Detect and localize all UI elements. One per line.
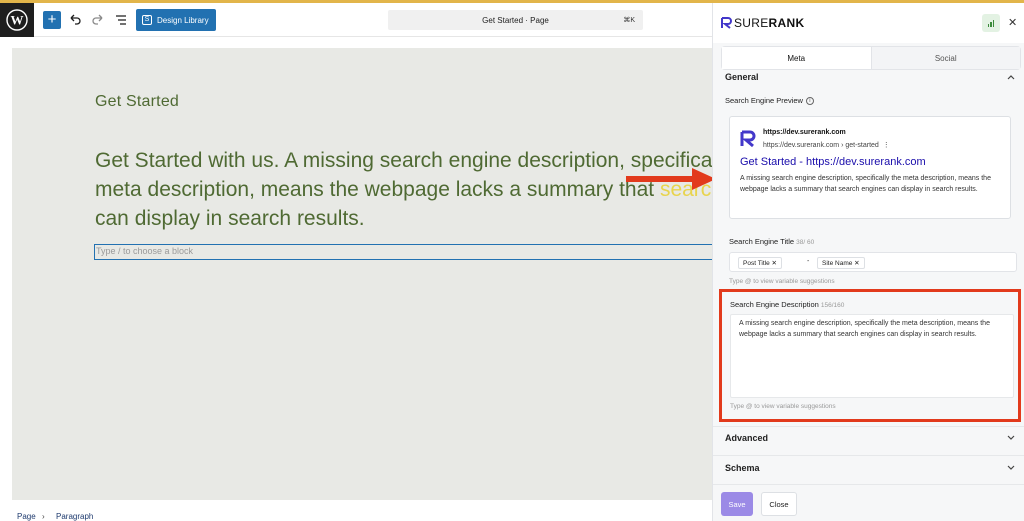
add-block-button[interactable]: + (43, 11, 61, 29)
seo-score-button[interactable] (982, 14, 1000, 32)
post-title-chip[interactable]: Post Title ✕ (738, 257, 782, 269)
search-engine-title-input[interactable]: Post Title ✕ - Site Name ✕ (729, 252, 1017, 272)
spectra-icon: S (142, 15, 152, 25)
surerank-mark-icon (721, 17, 732, 29)
surerank-favicon-icon (740, 130, 756, 148)
search-engine-description-input[interactable]: A missing search engine description, spe… (730, 314, 1014, 398)
title-hint: Type @ to view variable suggestions (729, 278, 835, 285)
wordpress-icon: W (6, 9, 28, 31)
chevron-down-icon[interactable] (1006, 433, 1016, 443)
breadcrumb-chevron-icon: › (42, 512, 45, 521)
preview-site: https://dev.surerank.com (763, 129, 846, 136)
close-button[interactable]: Close (761, 492, 797, 516)
site-name-chip[interactable]: Site Name ✕ (817, 257, 865, 269)
description-hint: Type @ to view variable suggestions (730, 403, 836, 410)
redo-icon[interactable] (90, 12, 106, 28)
svg-text:W: W (11, 13, 24, 28)
document-overview-icon[interactable] (113, 12, 129, 28)
editor-toolbar: W + S Design Library Get Started · Page … (0, 3, 712, 37)
close-panel-icon[interactable]: ✕ (1008, 16, 1017, 29)
section-schema[interactable]: Schema (725, 463, 760, 473)
surerank-logo: SURERANK (721, 16, 804, 30)
paragraph-text: Get Started with us. A missing search en… (95, 149, 712, 201)
divider (713, 484, 1024, 485)
description-field-label: Search Engine Description 156/160 (730, 300, 845, 309)
panel-tabs: Meta Social (721, 46, 1021, 70)
save-button[interactable]: Save (721, 492, 753, 516)
breadcrumb-paragraph[interactable]: Paragraph (56, 512, 93, 521)
wordpress-logo-button[interactable]: W (0, 3, 34, 37)
preview-menu-icon: ⋮ (882, 142, 890, 149)
paragraph-block[interactable]: Get Started with us. A missing search en… (95, 146, 712, 233)
design-library-label: Design Library (157, 15, 209, 25)
description-highlight-box: Search Engine Description 156/160 A miss… (719, 289, 1021, 422)
title-separator: - (807, 258, 810, 265)
info-icon[interactable]: i (805, 96, 814, 105)
tab-social[interactable]: Social (871, 47, 1020, 69)
annotation-arrow-icon (626, 168, 716, 190)
section-advanced[interactable]: Advanced (725, 433, 768, 443)
search-engine-preview-card: https://dev.surerank.com https://dev.sur… (729, 116, 1011, 219)
block-appender-input[interactable]: Type / to choose a block (94, 244, 712, 260)
title-field-label: Search Engine Title 38/ 60 (729, 237, 815, 246)
chevron-up-icon[interactable] (1006, 72, 1016, 82)
brand-wordmark: SURERANK (734, 16, 805, 30)
preview-description: A missing search engine description, spe… (740, 175, 991, 193)
command-palette-bar[interactable]: Get Started · Page ⌘K (388, 10, 643, 30)
command-label: Get Started · Page (482, 15, 549, 25)
undo-icon[interactable] (67, 12, 83, 28)
breadcrumb-page[interactable]: Page (17, 512, 36, 521)
preview-title: Get Started - https://dev.surerank.com (740, 156, 926, 168)
tab-meta[interactable]: Meta (722, 47, 872, 69)
search-preview-label: Search Engine Preview i (725, 96, 814, 105)
design-library-button[interactable]: S Design Library (136, 9, 216, 31)
description-char-count: 156/160 (820, 302, 845, 309)
breadcrumb: Page › Paragraph (0, 507, 712, 521)
divider (713, 426, 1024, 427)
editor-canvas: Get Started Get Started with us. A missi… (12, 48, 712, 500)
command-shortcut: ⌘K (623, 17, 635, 24)
preview-url: https://dev.surerank.com › get-started ⋮ (763, 142, 890, 149)
divider (713, 455, 1024, 456)
page-title[interactable]: Get Started (95, 93, 179, 111)
panel-header: SURERANK ✕ (713, 3, 1024, 43)
title-char-count: 38/ 60 (796, 239, 815, 246)
chevron-down-icon[interactable] (1006, 463, 1016, 473)
section-general-title[interactable]: General (725, 72, 759, 82)
surerank-panel: SURERANK ✕ Meta Social General Search En… (712, 3, 1024, 521)
